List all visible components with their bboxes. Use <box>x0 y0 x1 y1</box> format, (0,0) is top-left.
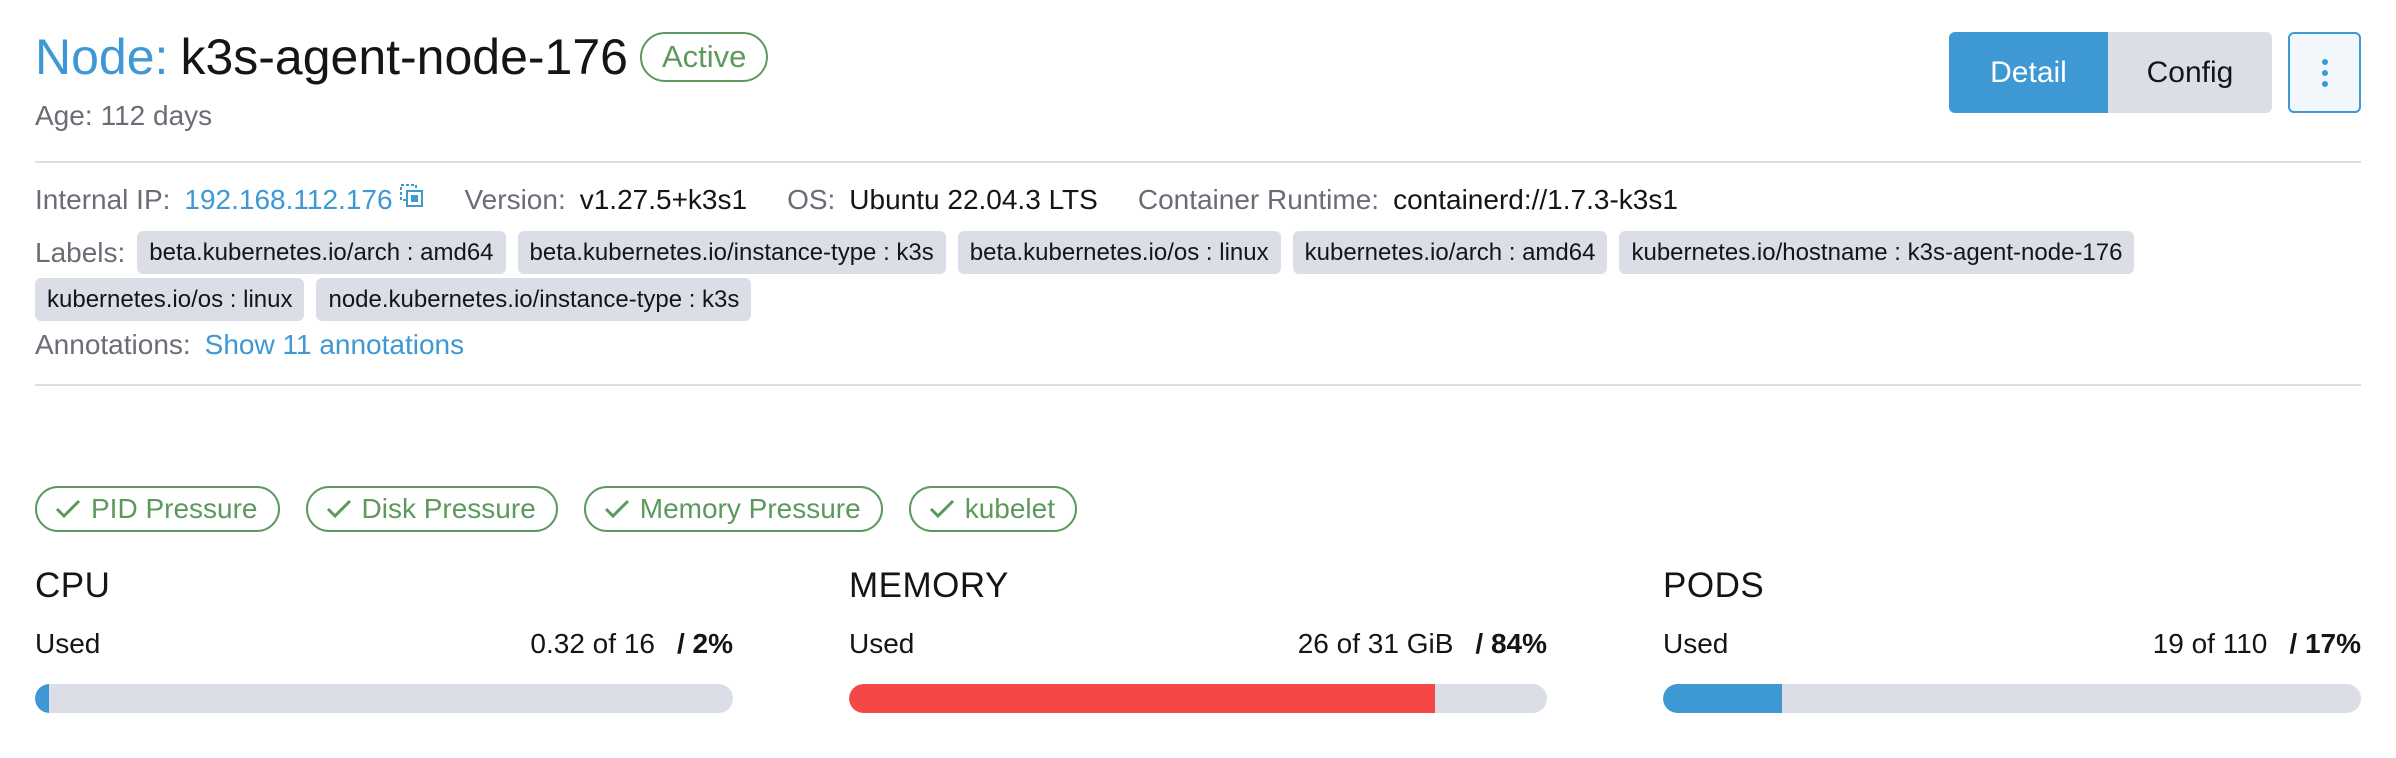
gauge-title: MEMORY <box>849 566 1009 605</box>
resource-gauges: CPU Used 0.32 of 16 / 2% MEMORY Used 26 o… <box>35 566 2361 713</box>
gauge-stats: Used 19 of 110 / 17% <box>1663 628 2361 668</box>
runtime-label: Container Runtime: <box>1137 183 1380 215</box>
label-chip: beta.kubernetes.io/instance-type : k3s <box>517 231 946 274</box>
node-details: Internal IP: 192.168.112.176 Version: v1… <box>35 163 2361 386</box>
labels-label: Labels: <box>35 236 126 268</box>
condition-badge: kubelet <box>908 486 1077 532</box>
checkmark-icon <box>929 499 954 519</box>
annotations-row: Annotations: Show 11 annotations <box>35 329 464 361</box>
condition-badge: Disk Pressure <box>305 486 558 532</box>
gauge-bar-fill <box>849 684 1436 713</box>
node-info-row: Internal IP: 192.168.112.176 Version: v1… <box>35 183 1678 216</box>
gauge-title: PODS <box>1663 566 1765 605</box>
vertical-ellipsis-icon <box>2321 58 2328 87</box>
label-chip: beta.kubernetes.io/arch : amd64 <box>137 231 506 274</box>
condition-label: Disk Pressure <box>361 493 536 524</box>
copy-icon[interactable] <box>399 183 425 216</box>
internal-ip-link[interactable]: 192.168.112.176 <box>184 184 392 216</box>
internal-ip-label: Internal IP: <box>35 183 171 215</box>
gauge-values: 19 of 110 / 17% <box>2153 628 2361 668</box>
label-chip: beta.kubernetes.io/os : linux <box>957 231 1281 274</box>
condition-badge: Memory Pressure <box>583 486 883 532</box>
label-chip: node.kubernetes.io/instance-type : k3s <box>316 278 752 321</box>
age-value: 112 days <box>100 100 213 131</box>
gauge-values: 0.32 of 16 / 2% <box>530 628 733 668</box>
node-detail-page: Node: k3s-agent-node-176 Active Age: 112 … <box>0 0 2396 758</box>
gauge-title: CPU <box>35 566 111 605</box>
gauge-bar-fill <box>1663 684 1782 713</box>
checkmark-icon <box>604 499 629 519</box>
gauge-bar <box>849 684 1547 713</box>
version-label: Version: <box>464 183 566 215</box>
page-header: Node: k3s-agent-node-176 Active Age: 112 … <box>35 0 2361 163</box>
gauge-stats: Used 0.32 of 16 / 2% <box>35 628 733 668</box>
title-prefix: Node: <box>35 29 169 85</box>
gauge-percent: / 2% <box>676 628 733 659</box>
condition-label: PID Pressure <box>91 493 258 524</box>
checkmark-icon <box>326 499 351 519</box>
age-label: Age: <box>35 100 93 131</box>
node-conditions: PID Pressure Disk Pressure Memory Pressu… <box>35 486 1103 532</box>
gauge-bar <box>1663 684 2361 713</box>
gauge-percent: / 17% <box>2289 628 2361 659</box>
node-age: Age: 112 days <box>35 100 212 132</box>
memory-gauge: MEMORY Used 26 of 31 GiB / 84% <box>849 566 1547 713</box>
condition-badge: PID Pressure <box>35 486 280 532</box>
version-value: v1.27.5+k3s1 <box>579 183 748 215</box>
node-name: k3s-agent-node-176 <box>180 29 628 85</box>
cpu-gauge: CPU Used 0.32 of 16 / 2% <box>35 566 733 713</box>
show-annotations-link[interactable]: Show 11 annotations <box>205 329 464 361</box>
status-badge: Active <box>639 32 769 82</box>
gauge-used-label: Used <box>849 628 915 659</box>
annotations-label: Annotations: <box>35 329 191 360</box>
pods-gauge: PODS Used 19 of 110 / 17% <box>1663 566 2361 713</box>
runtime-value: containerd://1.7.3-k3s1 <box>1393 183 1678 215</box>
gauge-bar-fill <box>35 684 49 713</box>
checkmark-icon <box>55 499 81 519</box>
condition-label: Memory Pressure <box>639 493 861 524</box>
detail-button[interactable]: Detail <box>1949 32 2108 113</box>
label-chip: kubernetes.io/hostname : k3s-agent-node-… <box>1619 231 2135 274</box>
gauge-amount: 26 of 31 GiB <box>1297 628 1454 659</box>
gauge-values: 26 of 31 GiB / 84% <box>1298 628 1547 668</box>
label-chip: kubernetes.io/arch : amd64 <box>1292 231 1608 274</box>
config-button[interactable]: Config <box>2108 32 2272 113</box>
page-title: Node: k3s-agent-node-176 Active <box>35 28 769 86</box>
label-chip: kubernetes.io/os : linux <box>35 278 305 321</box>
gauge-stats: Used 26 of 31 GiB / 84% <box>849 628 1547 668</box>
more-actions-button[interactable] <box>2288 32 2361 113</box>
gauge-bar <box>35 684 733 713</box>
os-label: OS: <box>787 183 836 215</box>
gauge-amount: 0.32 of 16 <box>530 628 655 659</box>
os-value: Ubuntu 22.04.3 LTS <box>849 183 1098 215</box>
gauge-amount: 19 of 110 <box>2152 628 2268 659</box>
gauge-used-label: Used <box>1663 628 1729 659</box>
condition-label: kubelet <box>964 493 1055 524</box>
gauge-used-label: Used <box>35 628 101 659</box>
gauge-percent: / 84% <box>1475 628 1547 659</box>
labels-row: Labels: beta.kubernetes.io/arch : amd64 … <box>35 231 2361 321</box>
view-mode-toggle: Detail Config <box>1949 32 2272 113</box>
